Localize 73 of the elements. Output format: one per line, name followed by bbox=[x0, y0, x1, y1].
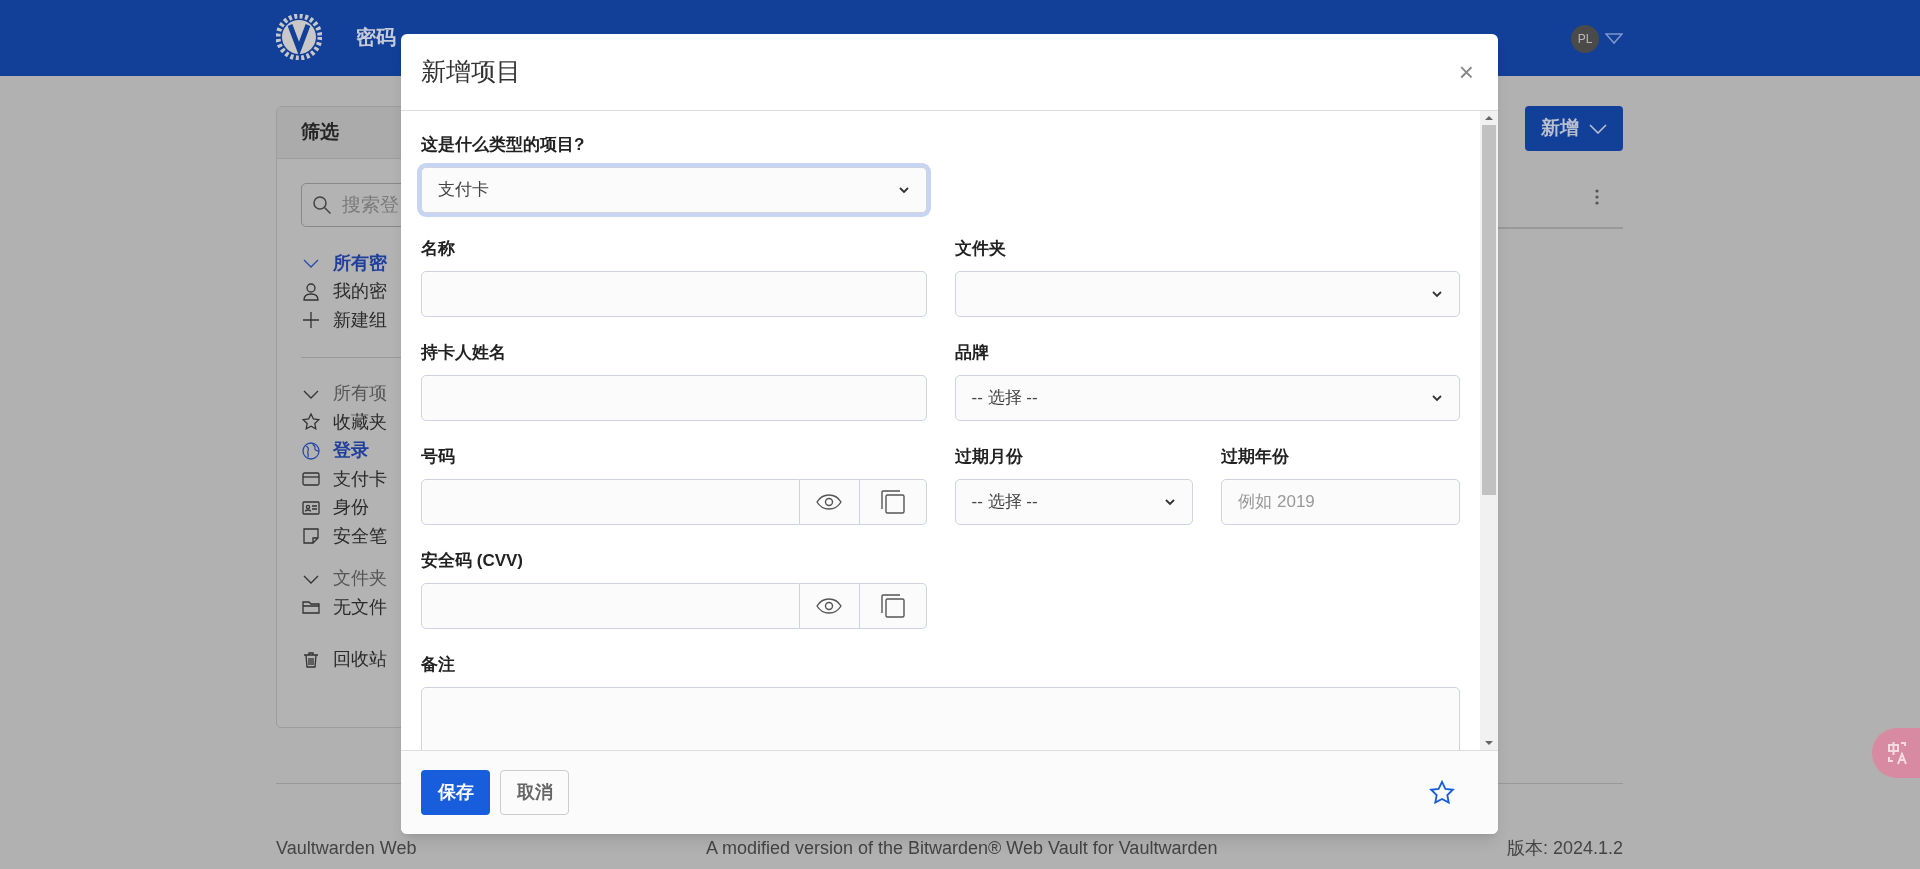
eye-icon bbox=[816, 598, 842, 614]
input-field[interactable] bbox=[421, 271, 927, 317]
field-label: 安全码 (CVV) bbox=[421, 550, 524, 572]
plus-icon bbox=[301, 310, 321, 331]
person-icon bbox=[301, 281, 321, 302]
caret-icon[interactable] bbox=[1605, 33, 1623, 45]
cancel-button[interactable]: 取消 bbox=[500, 770, 569, 815]
filter-item[interactable]: 所有项 bbox=[333, 380, 387, 408]
select-value: -- 选择 -- bbox=[971, 387, 1038, 410]
star-icon bbox=[1428, 778, 1456, 807]
show-button[interactable] bbox=[799, 479, 860, 525]
select-field[interactable]: -- 选择 -- bbox=[954, 375, 1460, 421]
input-field[interactable] bbox=[421, 375, 927, 421]
favorite-button[interactable] bbox=[1428, 778, 1456, 807]
chevron-icon bbox=[1589, 123, 1607, 134]
select-value: -- 选择 -- bbox=[971, 491, 1038, 514]
trash-icon bbox=[301, 649, 321, 670]
copy-icon bbox=[879, 593, 906, 619]
chevron-icon bbox=[1164, 496, 1177, 508]
search-icon bbox=[312, 195, 332, 215]
input-field[interactable] bbox=[421, 479, 800, 525]
select-field[interactable]: -- 选择 -- bbox=[954, 479, 1194, 525]
input-field[interactable] bbox=[421, 583, 800, 629]
globe-icon bbox=[301, 440, 321, 461]
copy-button[interactable] bbox=[859, 583, 927, 629]
field-label: 文件夹 bbox=[954, 238, 1007, 260]
scrollbar[interactable] bbox=[1480, 111, 1498, 750]
filter-item[interactable]: 新建组 bbox=[333, 306, 387, 334]
nav-link[interactable]: 密码 bbox=[356, 24, 396, 50]
field-label: 名称 bbox=[421, 238, 456, 260]
filter-item[interactable]: 收藏夹 bbox=[333, 408, 387, 436]
chevron-icon bbox=[1431, 288, 1443, 300]
select-value: 支付卡 bbox=[438, 179, 489, 202]
field-label: 品牌 bbox=[954, 342, 990, 364]
panel-title: 筛选 bbox=[301, 120, 339, 145]
field-label: 持卡人姓名 bbox=[421, 342, 507, 364]
version-text: 版本: 2024.1.2 bbox=[1506, 837, 1623, 860]
note-icon bbox=[301, 526, 321, 547]
filter-item[interactable]: 安全笔 bbox=[333, 522, 387, 550]
show-button[interactable] bbox=[799, 583, 860, 629]
copy-icon bbox=[879, 489, 906, 515]
field-label: 号码 bbox=[421, 446, 456, 468]
footer-text: Vaultwarden Web bbox=[276, 837, 417, 860]
filter-item[interactable]: 所有密 bbox=[333, 249, 387, 277]
close-button[interactable]: × bbox=[1458, 59, 1474, 85]
input-field[interactable]: 例如 2019 bbox=[1221, 479, 1460, 525]
more-icon[interactable] bbox=[1595, 189, 1599, 205]
star-icon bbox=[301, 412, 321, 433]
eye-icon bbox=[816, 494, 842, 510]
filter-item[interactable]: 登录 bbox=[333, 437, 369, 465]
filter-item[interactable]: 支付卡 bbox=[333, 465, 387, 493]
field-label: 这是什么类型的项目? bbox=[421, 134, 586, 156]
filter-item[interactable]: 我的密 bbox=[333, 278, 387, 306]
copy-button[interactable] bbox=[859, 479, 927, 525]
field-label: 过期月份 bbox=[954, 446, 1024, 468]
chevron-icon bbox=[897, 184, 910, 196]
logo-icon[interactable] bbox=[276, 14, 322, 60]
filter-item[interactable]: 文件夹 bbox=[333, 565, 387, 593]
user-avatar[interactable]: PL bbox=[1571, 25, 1599, 53]
translate-button[interactable] bbox=[1872, 728, 1920, 778]
field-label: 备注 bbox=[421, 654, 456, 676]
filter-item[interactable]: 回收站 bbox=[333, 646, 387, 674]
new-button[interactable]: 新增 bbox=[1525, 106, 1623, 151]
filter-item[interactable]: 无文件 bbox=[333, 593, 387, 621]
field-label: 过期年份 bbox=[1221, 446, 1291, 468]
modal-title: 新增项目 bbox=[421, 56, 521, 88]
select-field[interactable] bbox=[954, 271, 1460, 317]
footer-text: A modified version of the Bitwarden® Web Vault for Vaultwarden bbox=[705, 837, 1218, 860]
chevron-icon bbox=[1431, 392, 1443, 404]
filter-item[interactable]: 身份 bbox=[333, 494, 369, 522]
notes-field[interactable] bbox=[421, 687, 1460, 750]
save-button[interactable]: 保存 bbox=[421, 770, 490, 815]
search-placeholder: 搜索登 bbox=[342, 192, 399, 217]
